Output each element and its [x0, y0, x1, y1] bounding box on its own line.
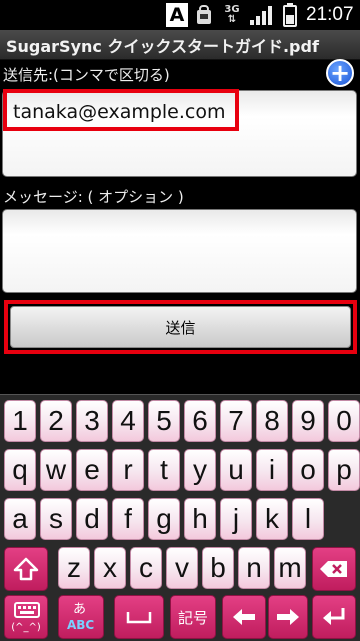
key-g[interactable]: g: [148, 498, 180, 540]
keyboard-settings-key[interactable]: (^_^): [4, 595, 48, 639]
key-z[interactable]: z: [58, 547, 90, 589]
input-mode-icon: A: [166, 3, 188, 27]
key-x[interactable]: x: [94, 547, 126, 589]
space-key[interactable]: [114, 595, 164, 639]
status-bar: A 3G ⇅ 21:07: [0, 0, 360, 30]
to-label: 送信先:(コンマで区切る): [3, 66, 170, 84]
key-p[interactable]: p: [328, 449, 360, 491]
key-a[interactable]: a: [4, 498, 36, 540]
key-n[interactable]: n: [238, 547, 270, 589]
title-bar: SugarSync クイックスタートガイド.pdf: [0, 30, 360, 60]
key-l[interactable]: l: [292, 498, 324, 540]
battery-icon: [282, 3, 298, 27]
space-icon: [126, 612, 152, 624]
key-d[interactable]: d: [76, 498, 108, 540]
key-r[interactable]: r: [112, 449, 144, 491]
highlight-to-value: [3, 89, 239, 131]
key-f[interactable]: f: [112, 498, 144, 540]
key-e[interactable]: e: [76, 449, 108, 491]
key-v[interactable]: v: [166, 547, 198, 589]
key-1[interactable]: 1: [4, 400, 36, 442]
send-button[interactable]: 送信: [10, 306, 351, 348]
key-j[interactable]: j: [220, 498, 252, 540]
highlight-send: 送信: [4, 300, 357, 354]
key-y[interactable]: y: [184, 449, 216, 491]
key-7[interactable]: 7: [220, 400, 252, 442]
kana-label: あ: [73, 602, 87, 617]
input-mode-toggle-key[interactable]: あ ABC: [58, 595, 104, 639]
key-w[interactable]: w: [40, 449, 72, 491]
message-label: メッセージ: ( オプション ): [3, 188, 184, 206]
plus-icon: +: [329, 59, 351, 87]
abc-label: ABC: [67, 618, 95, 632]
key-2[interactable]: 2: [40, 400, 72, 442]
key-8[interactable]: 8: [256, 400, 288, 442]
symbol-key[interactable]: 記号: [170, 595, 216, 639]
key-3[interactable]: 3: [76, 400, 108, 442]
soft-keyboard: 1 2 3 4 5 6 7 8 9 0 q w e r t y u i o p …: [0, 394, 360, 641]
enter-key[interactable]: [312, 595, 356, 639]
signal-icon: [248, 3, 274, 27]
key-u[interactable]: u: [220, 449, 252, 491]
backspace-icon: [320, 561, 347, 577]
key-4[interactable]: 4: [112, 400, 144, 442]
keyboard-icon: [14, 602, 40, 618]
cursor-left-key[interactable]: [222, 595, 266, 639]
key-h[interactable]: h: [184, 498, 216, 540]
key-s[interactable]: s: [40, 498, 72, 540]
backspace-key[interactable]: [312, 547, 356, 591]
key-9[interactable]: 9: [292, 400, 324, 442]
arrow-left-icon: [233, 609, 255, 625]
key-6[interactable]: 6: [184, 400, 216, 442]
shift-key[interactable]: [4, 547, 48, 591]
message-field[interactable]: [2, 209, 357, 293]
key-0[interactable]: 0: [328, 400, 360, 442]
enter-icon: [323, 608, 345, 625]
key-q[interactable]: q: [4, 449, 36, 491]
key-k[interactable]: k: [256, 498, 288, 540]
arrow-right-icon: [277, 609, 299, 625]
emoticon-label: (^_^): [11, 622, 41, 633]
notification-bag-icon: [194, 3, 214, 27]
key-t[interactable]: t: [148, 449, 180, 491]
shift-arrow-icon: [13, 557, 39, 581]
status-time: 21:07: [306, 4, 354, 25]
key-o[interactable]: o: [292, 449, 324, 491]
page-title: SugarSync クイックスタートガイド.pdf: [6, 36, 319, 56]
key-i[interactable]: i: [256, 449, 288, 491]
key-c[interactable]: c: [130, 547, 162, 589]
add-contact-button[interactable]: +: [326, 59, 354, 87]
key-m[interactable]: m: [274, 547, 306, 589]
key-b[interactable]: b: [202, 547, 234, 589]
3g-data-icon: 3G ⇅: [224, 4, 240, 25]
key-5[interactable]: 5: [148, 400, 180, 442]
cursor-right-key[interactable]: [268, 595, 308, 639]
